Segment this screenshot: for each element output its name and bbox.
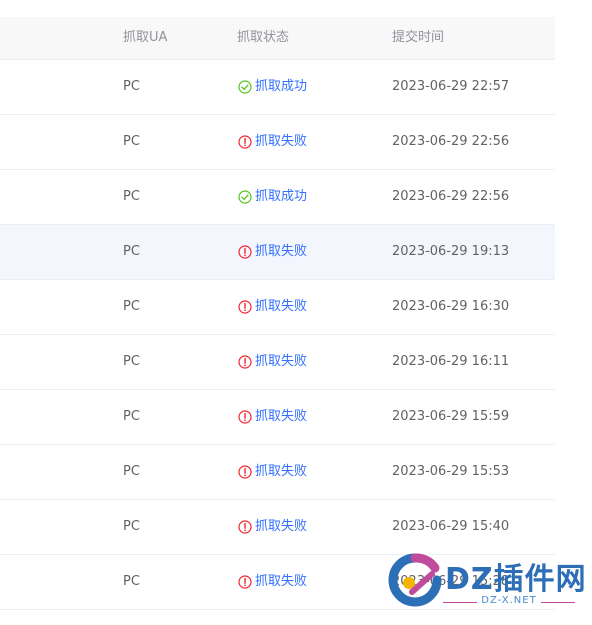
exclamation-circle-icon	[238, 465, 252, 479]
cell-status: 抓取失败	[238, 225, 307, 279]
dz-watermark: DZ插件网 DZ-X.NET	[385, 550, 587, 620]
cell-ua: PC	[123, 244, 140, 259]
cell-status: 抓取失败	[238, 390, 307, 444]
cell-ua: PC	[123, 519, 140, 534]
table-row[interactable]: PC 抓取失败 2023-06-29 22:56	[0, 115, 555, 170]
table-row[interactable]: PC 抓取失败 2023-06-29 19:13	[0, 225, 555, 280]
table-row[interactable]: PC 抓取失败 2023-06-29 15:40	[0, 500, 555, 555]
status-link[interactable]: 抓取失败	[238, 280, 307, 334]
status-link[interactable]: 抓取失败	[238, 335, 307, 389]
table-row[interactable]: PC 抓取失败 2023-06-29 15:53	[0, 445, 555, 500]
status-label: 抓取失败	[255, 244, 308, 259]
cell-status: 抓取失败	[238, 500, 307, 554]
cell-status: 抓取失败	[238, 445, 307, 499]
status-link[interactable]: 抓取失败	[238, 555, 307, 609]
exclamation-circle-icon	[238, 520, 252, 534]
cell-ua: PC	[123, 464, 140, 479]
check-circle-icon	[238, 190, 252, 204]
fetch-records-table: 抓取UA 抓取状态 提交时间 PC 抓取成功 2023-06-29 22:57 PC 抓…	[0, 17, 555, 610]
status-label: 抓取失败	[255, 134, 308, 149]
cell-time: 2023-06-29 22:57	[392, 79, 510, 94]
status-label: 抓取成功	[255, 189, 308, 204]
status-label: 抓取失败	[255, 464, 308, 479]
table-row[interactable]: PC 抓取失败 2023-06-29 15:59	[0, 390, 555, 445]
status-label: 抓取失败	[255, 299, 308, 314]
cell-ua: PC	[123, 409, 140, 424]
cell-time: 2023-06-29 22:56	[392, 134, 510, 149]
status-link[interactable]: 抓取失败	[238, 390, 307, 444]
table-header: 抓取UA 抓取状态 提交时间	[0, 17, 555, 60]
status-link[interactable]: 抓取成功	[238, 170, 307, 224]
cell-time: 2023-06-29 22:56	[392, 189, 510, 204]
cell-time: 2023-06-29 15:40	[392, 519, 510, 534]
column-header-time[interactable]: 提交时间	[392, 17, 444, 59]
cell-status: 抓取失败	[238, 555, 307, 609]
exclamation-circle-icon	[238, 355, 252, 369]
status-label: 抓取失败	[255, 409, 308, 424]
column-header-status[interactable]: 抓取状态	[237, 17, 289, 59]
dz-logo-icon	[388, 553, 442, 607]
cell-time: 2023-06-29 19:13	[392, 244, 510, 259]
check-circle-icon	[238, 80, 252, 94]
status-label: 抓取成功	[255, 79, 308, 94]
table-row[interactable]: PC 抓取成功 2023-06-29 22:56	[0, 170, 555, 225]
cell-status: 抓取成功	[238, 60, 307, 114]
cell-ua: PC	[123, 574, 140, 589]
table-row[interactable]: PC 抓取失败 2023-06-29 16:11	[0, 335, 555, 390]
status-link[interactable]: 抓取失败	[238, 225, 307, 279]
status-link[interactable]: 抓取失败	[238, 500, 307, 554]
column-header-ua[interactable]: 抓取UA	[123, 17, 167, 59]
table-row[interactable]: PC 抓取成功 2023-06-29 22:57	[0, 60, 555, 115]
table-body: PC 抓取成功 2023-06-29 22:57 PC 抓取失败 2023-06-29 2…	[0, 60, 555, 610]
cell-time: 2023-06-29 15:59	[392, 409, 510, 424]
watermark-title: DZ插件网	[445, 562, 587, 597]
exclamation-circle-icon	[238, 575, 252, 589]
exclamation-circle-icon	[238, 245, 252, 259]
exclamation-circle-icon	[238, 300, 252, 314]
cell-ua: PC	[123, 189, 140, 204]
cell-time: 2023-06-29 16:30	[392, 299, 510, 314]
cell-status: 抓取失败	[238, 280, 307, 334]
cell-time: 2023-06-29 16:11	[392, 354, 510, 369]
status-link[interactable]: 抓取成功	[238, 60, 307, 114]
watermark-subtitle: DZ-X.NET	[443, 595, 575, 606]
cell-status: 抓取成功	[238, 170, 307, 224]
table-row[interactable]: PC 抓取失败 2023-06-29 16:30	[0, 280, 555, 335]
cell-ua: PC	[123, 299, 140, 314]
cell-status: 抓取失败	[238, 335, 307, 389]
cell-time: 2023-06-29 15:53	[392, 464, 510, 479]
cell-status: 抓取失败	[238, 115, 307, 169]
status-link[interactable]: 抓取失败	[238, 445, 307, 499]
status-label: 抓取失败	[255, 354, 308, 369]
cell-ua: PC	[123, 134, 140, 149]
status-label: 抓取失败	[255, 574, 308, 589]
exclamation-circle-icon	[238, 135, 252, 149]
exclamation-circle-icon	[238, 410, 252, 424]
cell-ua: PC	[123, 354, 140, 369]
status-link[interactable]: 抓取失败	[238, 115, 307, 169]
status-label: 抓取失败	[255, 519, 308, 534]
cell-ua: PC	[123, 79, 140, 94]
